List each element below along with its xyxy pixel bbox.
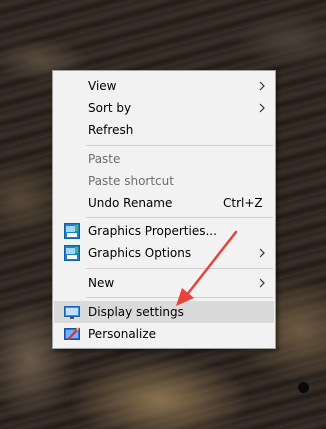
chevron-right-icon: [259, 248, 265, 258]
menu-item-display-settings[interactable]: Display settings: [54, 301, 274, 323]
intel-graphics-icon: [64, 223, 80, 239]
menu-item-label: Paste shortcut: [88, 174, 174, 188]
menu-separator: [86, 268, 273, 269]
menu-item-sort-by[interactable]: Sort by: [54, 97, 274, 119]
menu-item-new[interactable]: New: [54, 272, 274, 294]
menu-item-label: Refresh: [88, 123, 134, 137]
menu-separator: [86, 217, 273, 218]
menu-item-label: Graphics Options: [88, 246, 192, 260]
menu-item-graphics-properties[interactable]: Graphics Properties...: [54, 220, 274, 242]
menu-item-view[interactable]: View: [54, 75, 274, 97]
menu-item-label: Graphics Properties...: [88, 224, 217, 238]
menu-separator: [86, 145, 273, 146]
menu-item-label: Personalize: [88, 327, 157, 341]
wallpaper-detail: [298, 382, 309, 393]
menu-item-label: New: [88, 276, 115, 290]
menu-item-paste-shortcut: Paste shortcut: [54, 170, 274, 192]
menu-item-label: Display settings: [88, 305, 184, 319]
menu-item-refresh[interactable]: Refresh: [54, 119, 274, 141]
menu-item-label: Sort by: [88, 101, 132, 115]
menu-item-label: View: [88, 79, 117, 93]
chevron-right-icon: [259, 103, 265, 113]
menu-separator: [86, 297, 273, 298]
menu-item-paste: Paste: [54, 148, 274, 170]
menu-item-shortcut: Ctrl+Z: [223, 196, 263, 210]
intel-graphics-icon: [64, 245, 80, 261]
menu-item-graphics-options[interactable]: Graphics Options: [54, 242, 274, 264]
display-monitor-icon: [64, 306, 80, 319]
chevron-right-icon: [259, 81, 265, 91]
menu-item-label: Paste: [88, 152, 121, 166]
menu-item-label: Undo Rename: [88, 196, 173, 210]
chevron-right-icon: [259, 278, 265, 288]
personalize-icon: [64, 327, 80, 340]
desktop-context-menu: View Sort by Refresh Paste Paste shortcu…: [52, 70, 276, 349]
menu-item-personalize[interactable]: Personalize: [54, 323, 274, 345]
menu-item-undo-rename[interactable]: Undo Rename Ctrl+Z: [54, 192, 274, 214]
